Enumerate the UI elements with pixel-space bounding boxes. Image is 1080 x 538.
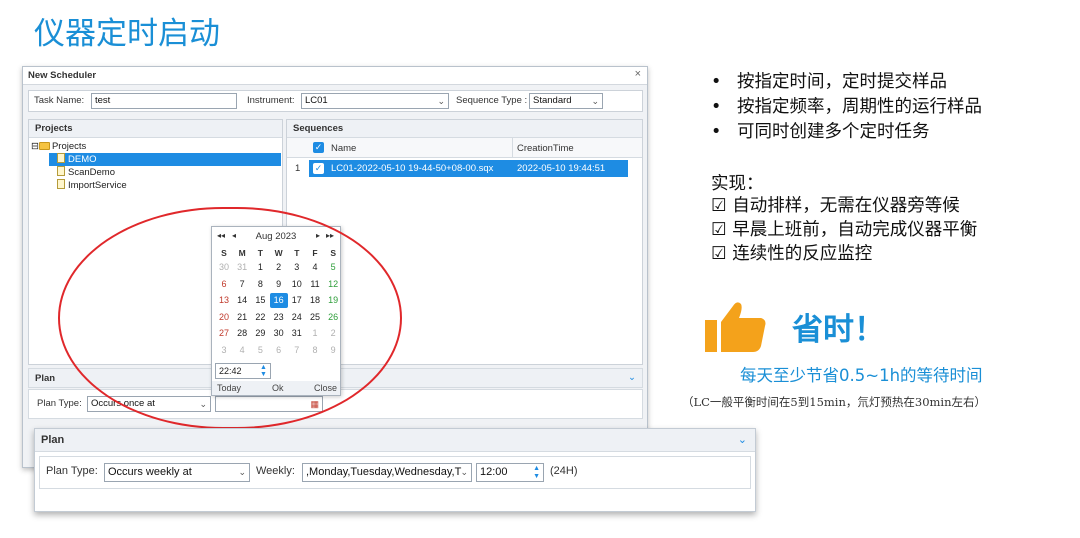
weekly-label: Weekly: [256,465,295,477]
implementation-item: ☑ 连续性的反应监控 [711,244,873,264]
instrument-label: Instrument: [247,95,295,106]
chevron-down-icon: ⌄ [460,467,468,477]
thumbs-up-icon [705,302,766,352]
sequences-header: Sequences [287,120,642,138]
time-spinner-icon[interactable]: ▲ ▼ [533,465,540,481]
time-format-label: (24H) [550,465,578,477]
tree-item-importservice[interactable]: ImportService [57,179,127,192]
weekly-value: ,Monday,Tuesday,Wednesday,T [306,466,462,478]
implementation-item: ☑ 自动排样，无需在仪器旁等候 [711,196,960,216]
feature-list: 按指定时间，定时提交样品 按指定频率，周期性的运行样品 可同时创建多个定时任务 [709,70,982,145]
weekly-select[interactable]: ,Monday,Tuesday,Wednesday,T ⌄ [302,463,472,482]
time-input[interactable]: 12:00 ▲ ▼ [476,463,544,482]
plan-type-label: Plan Type: [37,398,82,409]
collapse-icon[interactable]: ⊟ [31,141,39,152]
implementation-list: ☑ 自动排样，无需在仪器旁等候 ☑ 早晨上班前，自动完成仪器平衡 ☑ 连续性的反… [711,194,977,266]
sequences-grid-header: ✓ Name CreationTime [287,138,642,158]
instrument-value: LC01 [305,95,328,106]
weekly-plan-panel: Plan ⌄ Plan Type: Occurs weekly at ⌄ Wee… [34,428,756,512]
sequence-type-value: Standard [533,95,572,106]
instrument-select[interactable]: LC01 ⌄ [301,93,449,109]
row-index: 1 [295,163,301,174]
collapse-chevron-icon[interactable]: ⌄ [738,429,747,452]
task-name-input[interactable]: test [91,93,237,109]
document-icon [57,166,65,176]
plan-type-select[interactable]: Occurs weekly at ⌄ [104,463,250,482]
plan-overlay-body: Plan Type: Occurs weekly at ⌄ Weekly: ,M… [39,456,751,489]
row-name: LC01-2022-05-10 19-44-50+08-00.sqx [331,163,494,174]
row-creation-time: 2022-05-10 19:44:51 [517,163,606,174]
close-icon[interactable]: × [635,68,641,80]
row-checkbox[interactable]: ✓ [313,163,324,174]
column-name[interactable]: Name [331,143,356,154]
time-value: 12:00 [480,466,508,478]
folder-icon [38,142,50,150]
feature-item: 可同时创建多个定时任务 [709,120,982,145]
chevron-down-icon: ⌄ [437,96,445,106]
save-time-line: 每天至少节省0.5~1h的等待时间 [740,366,983,385]
plan-overlay-title: Plan [41,434,65,446]
implementation-item: ☑ 早晨上班前，自动完成仪器平衡 [711,220,978,240]
chevron-down-icon: ⌄ [591,96,599,106]
save-time-heading: 省时！ [792,312,885,348]
collapse-chevron-icon[interactable]: ⌄ [628,372,636,383]
column-creation-time[interactable]: CreationTime [517,143,574,154]
plan-type-value: Occurs weekly at [108,466,192,478]
plan-title: Plan [35,373,56,384]
feature-item: 按指定时间，定时提交样品 [709,70,982,95]
feature-item: 按指定频率，周期性的运行样品 [709,95,982,120]
projects-header: Projects [29,120,282,138]
task-settings-row: Task Name: test Instrument: LC01 ⌄ Seque… [28,90,643,112]
table-row[interactable]: ✓ LC01-2022-05-10 19-44-50+08-00.sqx 202… [309,160,628,177]
window-title: New Scheduler [23,67,647,85]
tree-root-projects[interactable]: ⊟ Projects [31,140,86,153]
plan-type-label: Plan Type: [46,465,98,477]
highlight-ellipse [58,207,402,429]
document-icon [57,153,65,163]
select-all-checkbox[interactable]: ✓ [313,142,324,153]
slide-title: 仪器定时启动 [34,16,220,52]
tree-item-scandemo[interactable]: ScanDemo [57,166,115,179]
plan-overlay-header: Plan ⌄ [35,429,755,452]
tree-item-demo[interactable]: DEMO [49,153,281,166]
column-divider [512,138,513,158]
sequence-type-label: Sequence Type : [456,95,528,106]
task-name-label: Task Name: [34,95,85,106]
balance-time-note: （LC一般平衡时间在5到15min，氘灯预热在30min左右） [682,395,986,409]
sequence-type-select[interactable]: Standard ⌄ [529,93,603,109]
document-icon [57,179,65,189]
chevron-down-icon: ⌄ [238,467,246,477]
implementation-title: 实现： [711,174,764,194]
